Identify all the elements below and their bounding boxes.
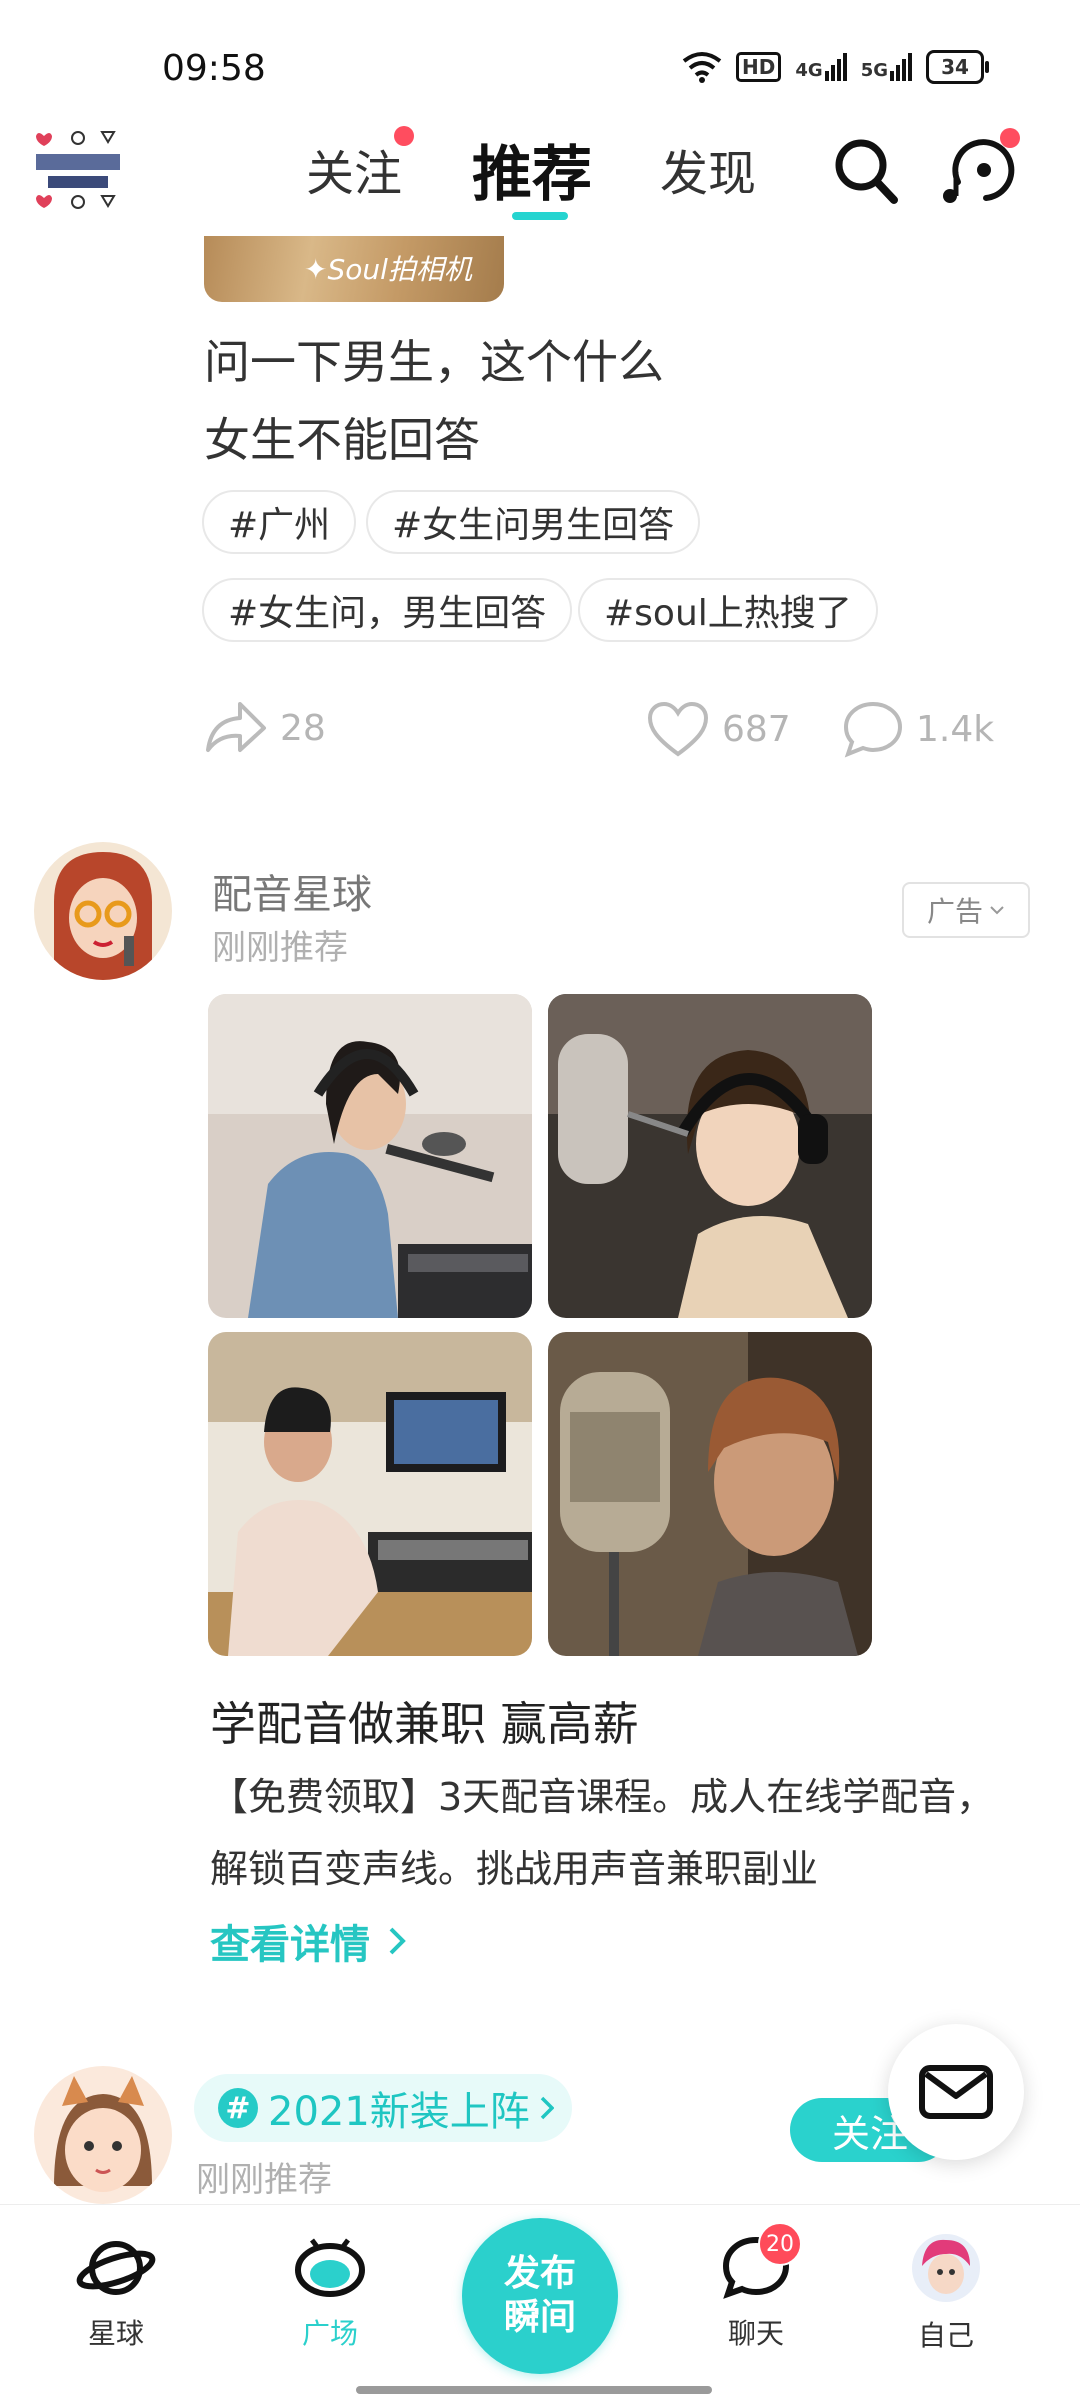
following-badge bbox=[394, 126, 414, 146]
tag-chip[interactable]: #广州 bbox=[202, 490, 357, 554]
ad-subtitle: 刚刚推荐 bbox=[212, 928, 348, 968]
ad-title[interactable]: 学配音做兼职 赢高薪 bbox=[210, 1688, 639, 1754]
tag-chip[interactable]: #女生问男生回答 bbox=[366, 490, 701, 554]
square-eye-icon bbox=[295, 2238, 365, 2297]
share-icon bbox=[206, 702, 266, 752]
active-tab-indicator bbox=[512, 212, 568, 220]
post-photo[interactable]: ✦Soul拍相机 bbox=[204, 236, 504, 302]
comment-count: 1.4k bbox=[916, 708, 995, 750]
post-text-line: 女生不能回答 bbox=[204, 413, 480, 467]
chevron-right-icon bbox=[389, 1927, 406, 1955]
author-avatar[interactable] bbox=[34, 2066, 172, 2204]
tab-following[interactable]: 关注 bbox=[306, 134, 402, 204]
chevron-right-icon bbox=[540, 2096, 554, 2120]
topic-pill[interactable]: # 2021新装上阵 bbox=[194, 2074, 572, 2142]
ad-photo[interactable] bbox=[208, 994, 532, 1318]
signal-4g-icon: 4G bbox=[795, 53, 847, 81]
nav-square[interactable]: 广场 bbox=[270, 2232, 390, 2352]
tag-chip[interactable]: #soul上热搜了 bbox=[578, 578, 878, 642]
ad-photo[interactable] bbox=[548, 994, 872, 1318]
photo-watermark: ✦Soul拍相机 bbox=[304, 253, 472, 286]
wifi-icon bbox=[682, 52, 722, 83]
nav-planet[interactable]: 星球 bbox=[56, 2232, 176, 2352]
hashtag-icon: # bbox=[218, 2088, 258, 2128]
chevron-down-icon bbox=[990, 906, 1004, 915]
view-details-link[interactable]: 查看详情 bbox=[210, 1912, 406, 1970]
post-subtitle: 刚刚推荐 bbox=[196, 2160, 332, 2200]
tag-chip[interactable]: #女生问，男生回答 bbox=[202, 578, 573, 642]
publish-moment-button[interactable]: 发布 瞬间 bbox=[462, 2218, 618, 2374]
share-button[interactable]: 28 bbox=[204, 700, 326, 756]
music-badge bbox=[1000, 128, 1020, 148]
mail-icon bbox=[919, 2065, 993, 2119]
planet-icon bbox=[76, 2241, 156, 2295]
hd-icon: HD bbox=[736, 52, 782, 82]
comment-button[interactable]: 1.4k bbox=[842, 700, 994, 758]
signal-5g-icon: 5G bbox=[861, 53, 912, 81]
author-avatar[interactable] bbox=[34, 842, 172, 980]
mail-fab[interactable] bbox=[888, 2024, 1024, 2160]
post-text-line: 问一下男生，这个什么 bbox=[204, 335, 664, 389]
battery-icon: 34 bbox=[926, 50, 989, 84]
like-button[interactable]: 687 bbox=[646, 700, 791, 758]
search-icon[interactable] bbox=[834, 138, 898, 208]
ad-description-line: 解锁百变声线。挑战用声音兼职副业 bbox=[210, 1847, 819, 1891]
ad-photo[interactable] bbox=[208, 1332, 532, 1656]
tab-discover[interactable]: 发现 bbox=[660, 134, 756, 204]
ad-description-line: 【免费领取】3天配音课程。成人在线学配音， bbox=[210, 1775, 995, 1819]
chat-unread-badge: 20 bbox=[758, 2222, 802, 2266]
tab-recommended[interactable]: 推荐 bbox=[472, 126, 592, 213]
status-time: 09:58 bbox=[162, 48, 266, 89]
ad-author-name[interactable]: 配音星球 bbox=[212, 862, 372, 920]
nav-me[interactable]: 自己 bbox=[886, 2232, 1006, 2354]
heart-icon bbox=[647, 701, 709, 757]
like-count: 687 bbox=[722, 708, 791, 750]
comment-icon bbox=[843, 701, 903, 758]
share-count: 28 bbox=[280, 707, 326, 749]
ad-photo[interactable] bbox=[548, 1332, 872, 1656]
ad-badge[interactable]: 广告 bbox=[902, 882, 1030, 938]
profile-avatar-icon bbox=[912, 2234, 980, 2302]
app-logo[interactable] bbox=[34, 126, 122, 216]
home-indicator[interactable] bbox=[356, 2386, 712, 2394]
status-icons: HD 4G 5G 34 bbox=[682, 50, 989, 84]
